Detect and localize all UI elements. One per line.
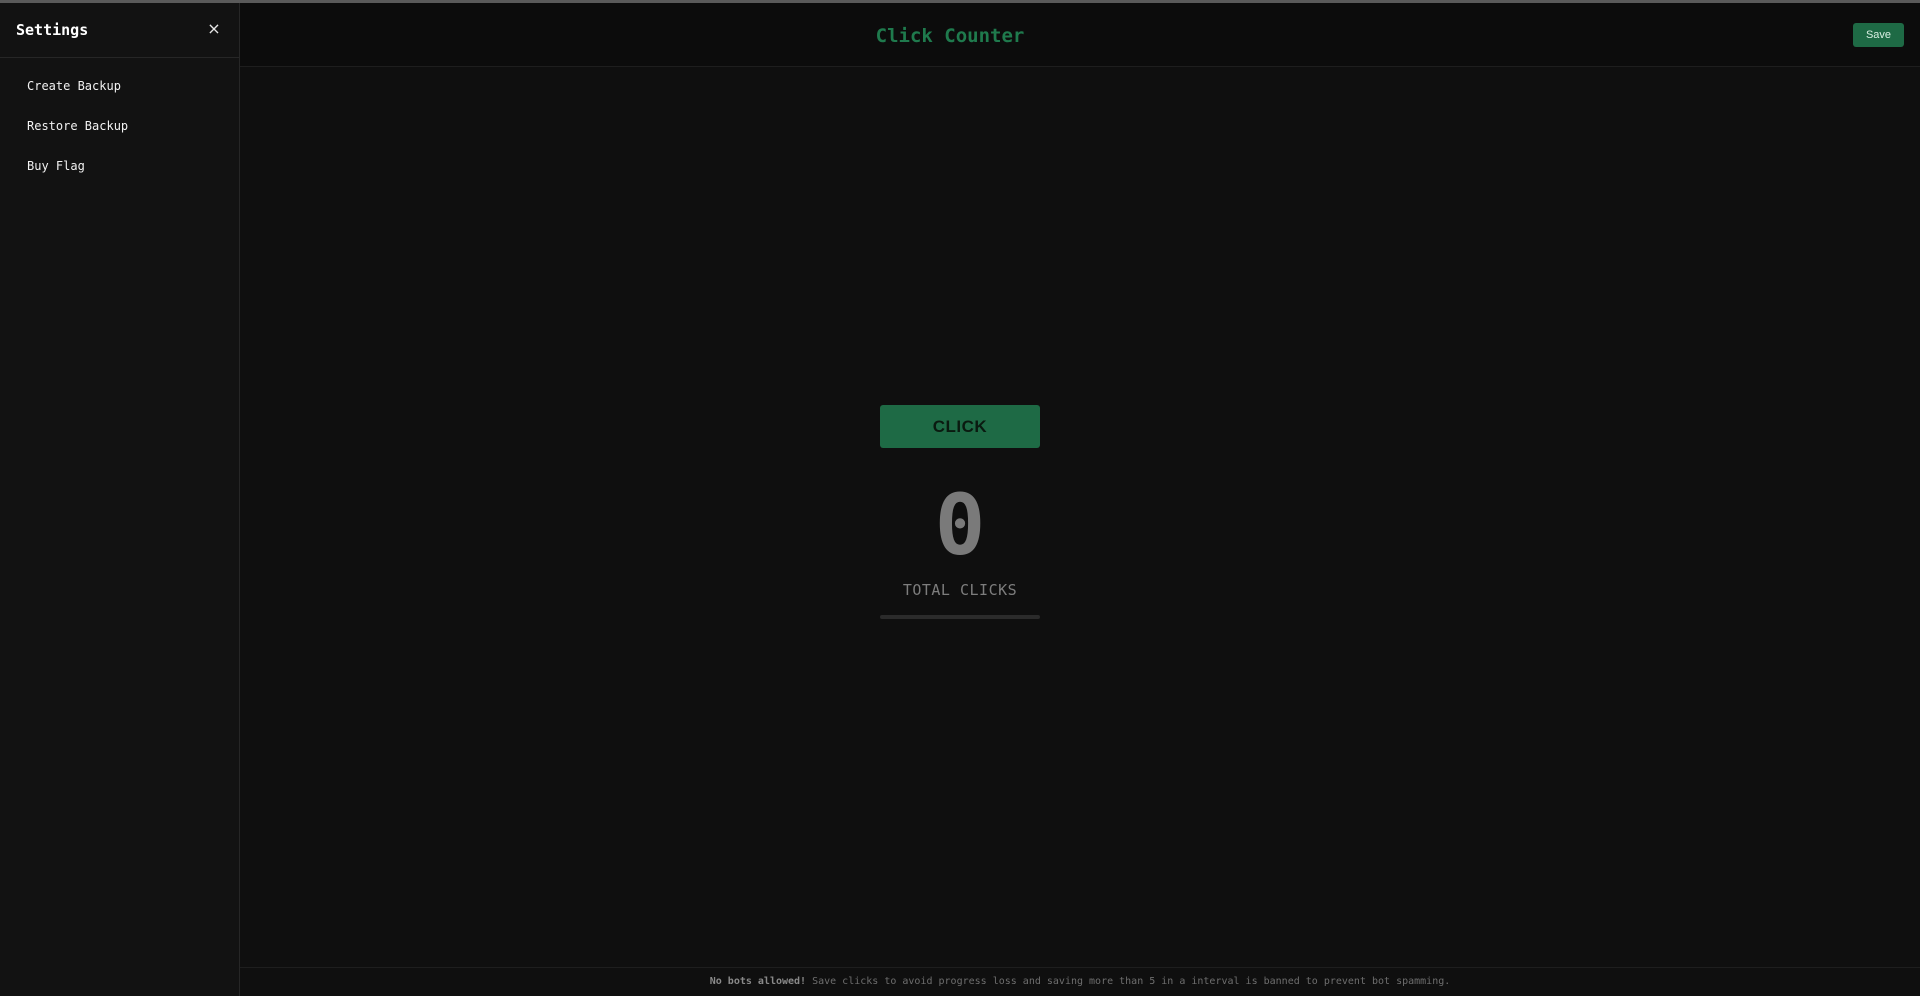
counter-panel: CLICK 0 TOTAL CLICKS [240,3,1920,996]
click-count-label: TOTAL CLICKS [902,581,1018,599]
sidebar-title: Settings [16,21,89,39]
close-icon[interactable]: × [203,17,225,39]
sidebar-header: Settings × [0,3,239,58]
save-progress-bar [880,615,1040,619]
sidebar-item-restore-backup[interactable]: Restore Backup [0,106,239,146]
sidebar-item-create-backup[interactable]: Create Backup [0,66,239,106]
footer-warning: No bots allowed! [709,976,807,987]
click-button[interactable]: CLICK [880,405,1040,448]
footer-notice: No bots allowed! Save clicks to avoid pr… [240,967,1920,996]
sidebar-item-buy-flag[interactable]: Buy Flag [0,146,239,186]
main-area: Click Counter Save CLICK 0 TOTAL CLICKS … [240,3,1920,996]
footer-message: Save clicks to avoid progress loss and s… [806,976,1451,987]
click-count: 0 [934,476,986,574]
sidebar-menu: Create Backup Restore Backup Buy Flag [0,58,239,186]
settings-sidebar: Settings × Create Backup Restore Backup … [0,3,240,996]
